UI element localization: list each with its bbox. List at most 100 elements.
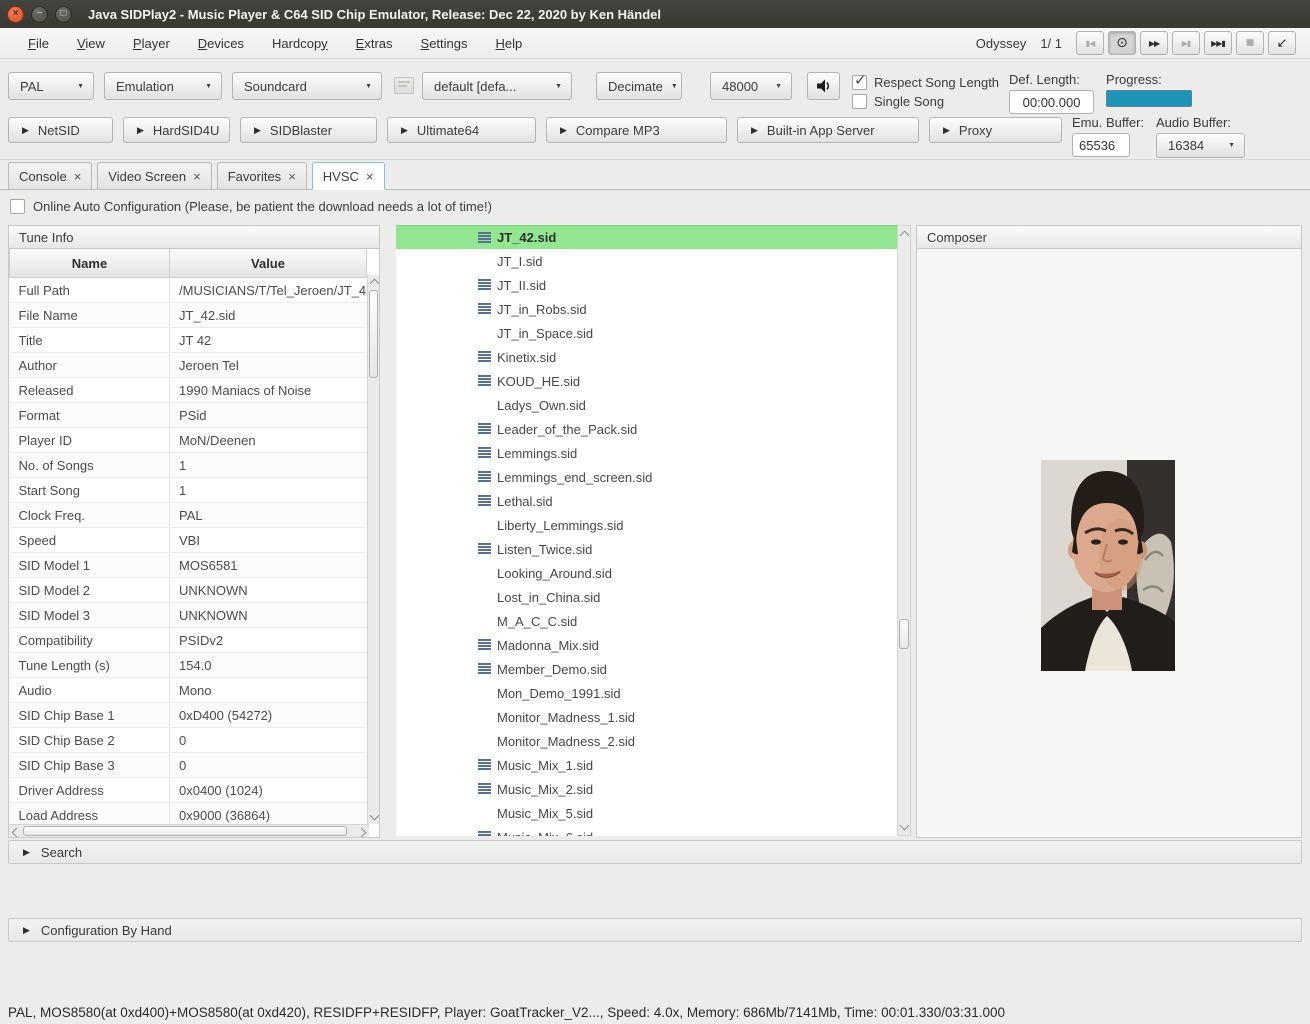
maximize-button[interactable]: □ bbox=[55, 6, 72, 23]
menu-extras[interactable]: Extras bbox=[342, 31, 407, 56]
tab-console[interactable]: Console× bbox=[8, 162, 92, 189]
close-icon[interactable]: × bbox=[193, 169, 201, 184]
table-row[interactable]: SID Model 3UNKNOWN bbox=[10, 603, 367, 628]
tab-hvsc[interactable]: HVSC× bbox=[312, 162, 385, 190]
list-item[interactable]: Looking_Around.sid bbox=[396, 561, 897, 585]
list-item[interactable]: Mon_Demo_1991.sid bbox=[396, 681, 897, 705]
table-row[interactable]: CompatibilityPSIDv2 bbox=[10, 628, 367, 653]
list-item[interactable]: Listen_Twice.sid bbox=[396, 537, 897, 561]
list-item[interactable]: Music_Mix_1.sid bbox=[396, 753, 897, 777]
table-row[interactable]: Released1990 Maniacs of Noise bbox=[10, 378, 367, 403]
search-expander[interactable]: ▶ Search bbox=[8, 840, 1302, 864]
table-row[interactable]: SpeedVBI bbox=[10, 528, 367, 553]
netsid-button[interactable]: ▶NetSID bbox=[8, 117, 113, 143]
list-item[interactable]: Music_Mix_2.sid bbox=[396, 777, 897, 801]
audio-buffer-select[interactable]: 16384 ▼ bbox=[1156, 133, 1245, 158]
menu-hardcopy[interactable]: Hardcopy bbox=[258, 31, 342, 56]
table-row[interactable]: File NameJT_42.sid bbox=[10, 303, 367, 328]
next-button[interactable]: ▶▮ bbox=[1172, 31, 1200, 55]
close-icon[interactable]: × bbox=[288, 169, 296, 184]
close-icon[interactable]: × bbox=[366, 169, 374, 184]
scroll-up-icon[interactable] bbox=[370, 279, 380, 289]
skip-to-end-button[interactable]: ▶▶▮ bbox=[1204, 31, 1232, 55]
column-header-name[interactable]: Name bbox=[10, 249, 170, 278]
table-row[interactable]: Player IDMoN/Deenen bbox=[10, 428, 367, 453]
list-item[interactable]: Lethal.sid bbox=[396, 489, 897, 513]
list-item[interactable]: Lemmings.sid bbox=[396, 441, 897, 465]
list-item[interactable]: JT_II.sid bbox=[396, 273, 897, 297]
table-row[interactable]: FormatPSid bbox=[10, 403, 367, 428]
file-list-scrollbar[interactable] bbox=[897, 225, 911, 836]
fast-forward-button[interactable]: ▶▶ bbox=[1140, 31, 1168, 55]
menu-settings[interactable]: Settings bbox=[407, 31, 482, 56]
table-row[interactable]: SID Chip Base 20 bbox=[10, 728, 367, 753]
list-item[interactable]: Madonna_Mix.sid bbox=[396, 633, 897, 657]
scrollbar-thumb[interactable] bbox=[899, 619, 909, 649]
list-item[interactable]: JT_in_Robs.sid bbox=[396, 297, 897, 321]
built-in-app-server-button[interactable]: ▶Built-in App Server bbox=[737, 117, 919, 143]
table-row[interactable]: Driver Address0x0400 (1024) bbox=[10, 778, 367, 803]
volume-button[interactable] bbox=[807, 72, 840, 100]
table-row[interactable]: Tune Length (s)154.0 bbox=[10, 653, 367, 678]
table-row[interactable]: Full Path/MUSICIANS/T/Tel_Jeroen/JT_42..… bbox=[10, 278, 367, 303]
list-item[interactable]: JT_I.sid bbox=[396, 249, 897, 273]
online-auto-config-checkbox[interactable] bbox=[10, 199, 25, 214]
hardsid4u-button[interactable]: ▶HardSID4U bbox=[123, 117, 230, 143]
sampling-method-select[interactable]: Decimate ▼ bbox=[596, 72, 682, 100]
menu-devices[interactable]: Devices bbox=[184, 31, 258, 56]
table-row[interactable]: Clock Freq.PAL bbox=[10, 503, 367, 528]
audio-device-select[interactable]: default [defa... ▼ bbox=[422, 72, 572, 100]
scrollbar-thumb[interactable] bbox=[23, 826, 347, 836]
minimize-button[interactable]: − bbox=[31, 6, 48, 23]
soundcard-select[interactable]: Soundcard ▼ bbox=[232, 72, 382, 100]
scroll-up-icon[interactable] bbox=[900, 231, 910, 241]
configuration-by-hand-expander[interactable]: ▶ Configuration By Hand bbox=[8, 918, 1302, 942]
tune-table-horizontal-scrollbar[interactable] bbox=[9, 824, 369, 837]
list-item[interactable]: KOUD_HE.sid bbox=[396, 369, 897, 393]
table-row[interactable]: TitleJT 42 bbox=[10, 328, 367, 353]
proxy-button[interactable]: ▶Proxy bbox=[929, 117, 1062, 143]
list-item[interactable]: JT_42.sid bbox=[396, 225, 897, 249]
video-standard-select[interactable]: PAL ▼ bbox=[8, 72, 94, 100]
ultimate64-button[interactable]: ▶Ultimate64 bbox=[387, 117, 536, 143]
column-header-value[interactable]: Value bbox=[170, 249, 367, 278]
stop-button[interactable]: ■ bbox=[1236, 31, 1264, 55]
list-item[interactable]: M_A_C_C.sid bbox=[396, 609, 897, 633]
default-length-input[interactable] bbox=[1009, 90, 1094, 114]
scroll-right-icon[interactable] bbox=[357, 828, 367, 838]
list-item[interactable]: JT_in_Space.sid bbox=[396, 321, 897, 345]
list-item[interactable]: Ladys_Own.sid bbox=[396, 393, 897, 417]
scroll-left-icon[interactable] bbox=[12, 828, 22, 838]
list-item[interactable]: Lemmings_end_screen.sid bbox=[396, 465, 897, 489]
list-item[interactable]: Monitor_Madness_2.sid bbox=[396, 729, 897, 753]
list-item[interactable]: Member_Demo.sid bbox=[396, 657, 897, 681]
table-row[interactable]: AudioMono bbox=[10, 678, 367, 703]
compare-mp3-button[interactable]: ▶Compare MP3 bbox=[546, 117, 727, 143]
scroll-down-icon[interactable] bbox=[900, 821, 910, 831]
close-icon[interactable]: × bbox=[74, 169, 82, 184]
menu-file[interactable]: File bbox=[14, 31, 63, 56]
tune-table-vertical-scrollbar[interactable] bbox=[367, 275, 379, 824]
scrollbar-thumb[interactable] bbox=[369, 290, 378, 378]
tab-video-screen[interactable]: Video Screen× bbox=[97, 162, 211, 189]
table-row[interactable]: SID Model 1MOS6581 bbox=[10, 553, 367, 578]
table-row[interactable]: SID Chip Base 10xD400 (54272) bbox=[10, 703, 367, 728]
table-row[interactable]: Start Song1 bbox=[10, 478, 367, 503]
respect-song-length-checkbox[interactable]: ✓ bbox=[852, 75, 867, 90]
emu-buffer-input[interactable] bbox=[1072, 133, 1130, 157]
play-pause-button[interactable]: ⊙ bbox=[1108, 31, 1136, 55]
minimize-player-button[interactable]: ↙ bbox=[1268, 31, 1296, 55]
menu-help[interactable]: Help bbox=[482, 31, 537, 56]
list-item[interactable]: Music_Mix_6.sid bbox=[396, 825, 897, 836]
table-row[interactable]: SID Chip Base 30 bbox=[10, 753, 367, 778]
list-item[interactable]: Kinetix.sid bbox=[396, 345, 897, 369]
table-row[interactable]: No. of Songs1 bbox=[10, 453, 367, 478]
table-row[interactable]: AuthorJeroen Tel bbox=[10, 353, 367, 378]
online-auto-config-option[interactable]: Online Auto Configuration (Please, be pa… bbox=[10, 199, 492, 214]
sample-rate-select[interactable]: 48000 ▼ bbox=[710, 72, 792, 100]
single-song-option[interactable]: Single Song bbox=[852, 93, 999, 109]
list-item[interactable]: Monitor_Madness_1.sid bbox=[396, 705, 897, 729]
skip-to-start-button[interactable]: ▮◀ bbox=[1076, 31, 1104, 55]
list-item[interactable]: Liberty_Lemmings.sid bbox=[396, 513, 897, 537]
single-song-checkbox[interactable] bbox=[852, 94, 867, 109]
